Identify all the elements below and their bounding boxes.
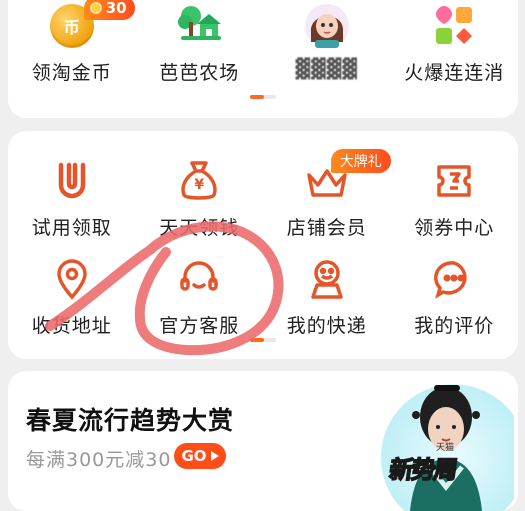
money-bag-glyph: ¥: [194, 177, 205, 193]
crown-icon: 大牌礼: [303, 149, 391, 205]
service-label: 天天领钱: [159, 217, 240, 239]
farm-house-icon: [175, 2, 223, 50]
promo-brand: 天猫: [436, 443, 455, 453]
shortcut-avatar[interactable]: ▓▓▓▓: [263, 2, 391, 85]
coin-count: 30: [105, 0, 127, 17]
shortcut-match-game[interactable]: 火爆连连消: [391, 2, 519, 85]
page-indicator: [250, 338, 276, 342]
coin-count-badge: 30: [83, 0, 135, 20]
service-label: 店铺会员: [286, 217, 367, 239]
services-card: 试用领取 ¥ 天天领钱 大牌礼 店铺会员 领券中心 收货地址 官方客服 我的快递…: [8, 131, 518, 359]
courier-icon: [303, 255, 351, 303]
shortcut-gold-coin[interactable]: 币 30 领淘金币: [8, 0, 136, 85]
coupon-icon: [430, 157, 478, 205]
location-pin-icon: [48, 255, 96, 303]
shortcut-label: 芭芭农场: [159, 62, 240, 84]
headset-icon: [175, 255, 223, 303]
shortcut-label: 领淘金币: [31, 62, 112, 84]
shortcut-label-obscured: ▓▓▓▓: [295, 58, 358, 80]
promo-go-button[interactable]: GO: [174, 443, 226, 469]
service-my-reviews[interactable]: 我的评价: [391, 255, 519, 338]
go-label: GO: [181, 447, 207, 465]
top-shortcuts-card: 币 30 领淘金币 芭芭农场 ▓▓▓▓ 火爆连连消: [8, 0, 518, 118]
service-label: 官方客服: [159, 315, 240, 337]
trial-u-icon: [48, 157, 96, 205]
coin-glyph: 币: [63, 20, 80, 37]
services-row-2: 收货地址 官方客服 我的快递 我的评价: [8, 255, 518, 338]
promo-title: 春夏流行趋势大赏: [26, 406, 235, 435]
promo-subtitle: 每满300元减30: [26, 449, 172, 471]
avatar-doll-icon: [303, 2, 351, 50]
service-store-member[interactable]: 大牌礼 店铺会员: [263, 149, 391, 240]
service-trial[interactable]: 试用领取: [8, 157, 136, 240]
service-label: 收货地址: [31, 315, 112, 337]
shortcut-label: 火爆连连消: [404, 62, 505, 84]
service-my-delivery[interactable]: 我的快递: [263, 255, 391, 338]
money-bag-icon: ¥: [175, 157, 223, 205]
service-daily-money[interactable]: ¥ 天天领钱: [136, 157, 264, 240]
service-label: 我的评价: [414, 315, 495, 337]
service-label: 领券中心: [414, 217, 495, 239]
match-game-icon: [430, 2, 478, 50]
comment-icon: [430, 255, 478, 303]
service-label: 试用领取: [31, 217, 112, 239]
top-shortcuts-row: 币 30 领淘金币 芭芭农场 ▓▓▓▓ 火爆连连消: [8, 0, 519, 85]
promo-stamp: 新势周: [387, 455, 458, 485]
services-row-1: 试用领取 ¥ 天天领钱 大牌礼 店铺会员 领券中心: [8, 149, 519, 240]
service-label: 我的快递: [286, 315, 367, 337]
service-coupon-center[interactable]: 领券中心: [391, 157, 519, 240]
gold-coin-icon: 币 30: [48, 0, 135, 50]
service-customer-service[interactable]: 官方客服: [136, 255, 264, 338]
shortcut-farm[interactable]: 芭芭农场: [136, 2, 264, 85]
member-gift-badge: 大牌礼: [330, 149, 391, 173]
play-arrow-icon: [210, 451, 219, 461]
page-indicator: [250, 95, 276, 99]
service-address[interactable]: 收货地址: [8, 255, 136, 338]
